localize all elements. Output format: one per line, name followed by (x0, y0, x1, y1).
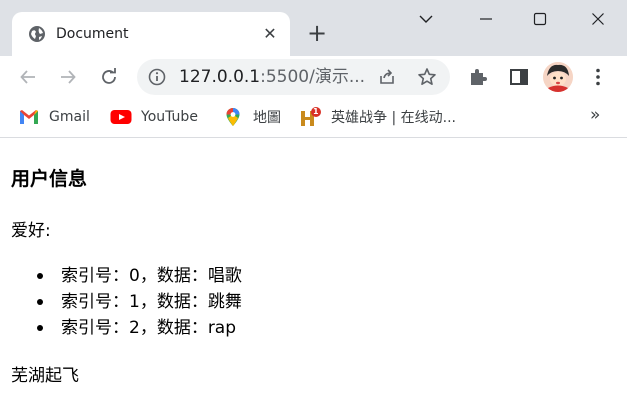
minimize-icon[interactable] (472, 8, 500, 30)
forward-arrow-icon[interactable] (54, 63, 82, 91)
bookmark-label: YouTube (141, 109, 198, 125)
page-heading: 用户信息 (11, 168, 88, 190)
bookmarks-overflow-icon[interactable]: » (590, 104, 606, 126)
bookmark-game[interactable]: 1 英雄战争 | 在线动... (300, 106, 456, 128)
hobby-list: 索引号：0，数据：唱歌 索引号：1，数据：跳舞 索引号：2，数据：rap (37, 263, 242, 341)
url-host: 127.0.0.1 (179, 67, 261, 87)
tab-title: Document (56, 26, 129, 42)
bookmark-gmail[interactable]: Gmail (18, 106, 90, 128)
browser-toolbar: 127.0.0.1:5500/演示... (0, 56, 627, 98)
tab-strip: Document ✕ + (0, 0, 627, 56)
extensions-puzzle-icon[interactable] (467, 66, 489, 88)
game-icon: 1 (300, 106, 322, 128)
list-item: 索引号：1，数据：跳舞 (37, 289, 242, 315)
list-item: 索引号：0，数据：唱歌 (37, 263, 242, 289)
url-text[interactable]: 127.0.0.1:5500/演示... (179, 67, 365, 87)
address-bar[interactable]: 127.0.0.1:5500/演示... (137, 59, 450, 95)
bookmarks-bar: Gmail YouTube 地圖 1 英雄战争 | 在线动... » (0, 98, 627, 138)
gmail-icon (18, 106, 40, 128)
window-close-icon[interactable] (584, 8, 612, 30)
url-path: :5500/演示... (260, 67, 366, 87)
hobby-label: 爱好: (11, 221, 51, 241)
site-info-icon[interactable] (148, 68, 166, 86)
bookmark-label: Gmail (49, 109, 90, 125)
bookmark-star-icon[interactable] (417, 67, 437, 87)
bookmark-maps[interactable]: 地圖 (222, 106, 281, 128)
maps-icon (222, 106, 244, 128)
footer-text: 芜湖起飞 (11, 366, 79, 386)
new-tab-icon[interactable]: + (304, 20, 330, 46)
browser-tab-document[interactable]: Document ✕ (12, 12, 290, 56)
bookmark-label: 地圖 (253, 110, 281, 126)
profile-avatar[interactable] (543, 62, 573, 92)
tab-search-chevron-down-icon[interactable] (412, 8, 440, 30)
maximize-icon[interactable] (526, 8, 554, 30)
back-arrow-icon[interactable] (14, 63, 42, 91)
side-panel-icon[interactable] (508, 66, 530, 88)
tab-close-icon[interactable]: ✕ (262, 26, 278, 42)
list-item: 索引号：2，数据：rap (37, 315, 242, 341)
bookmark-label: 英雄战争 | 在线动... (331, 110, 456, 126)
more-vertical-icon[interactable] (589, 65, 607, 89)
youtube-icon (110, 106, 132, 128)
share-icon[interactable] (378, 68, 396, 86)
page-content: 用户信息 爱好: 索引号：0，数据：唱歌 索引号：1，数据：跳舞 索引号：2，数… (0, 139, 627, 400)
reload-icon[interactable] (95, 63, 123, 91)
globe-icon (29, 26, 45, 42)
bookmark-youtube[interactable]: YouTube (110, 106, 198, 128)
bookmark-badge: 1 (313, 107, 319, 116)
